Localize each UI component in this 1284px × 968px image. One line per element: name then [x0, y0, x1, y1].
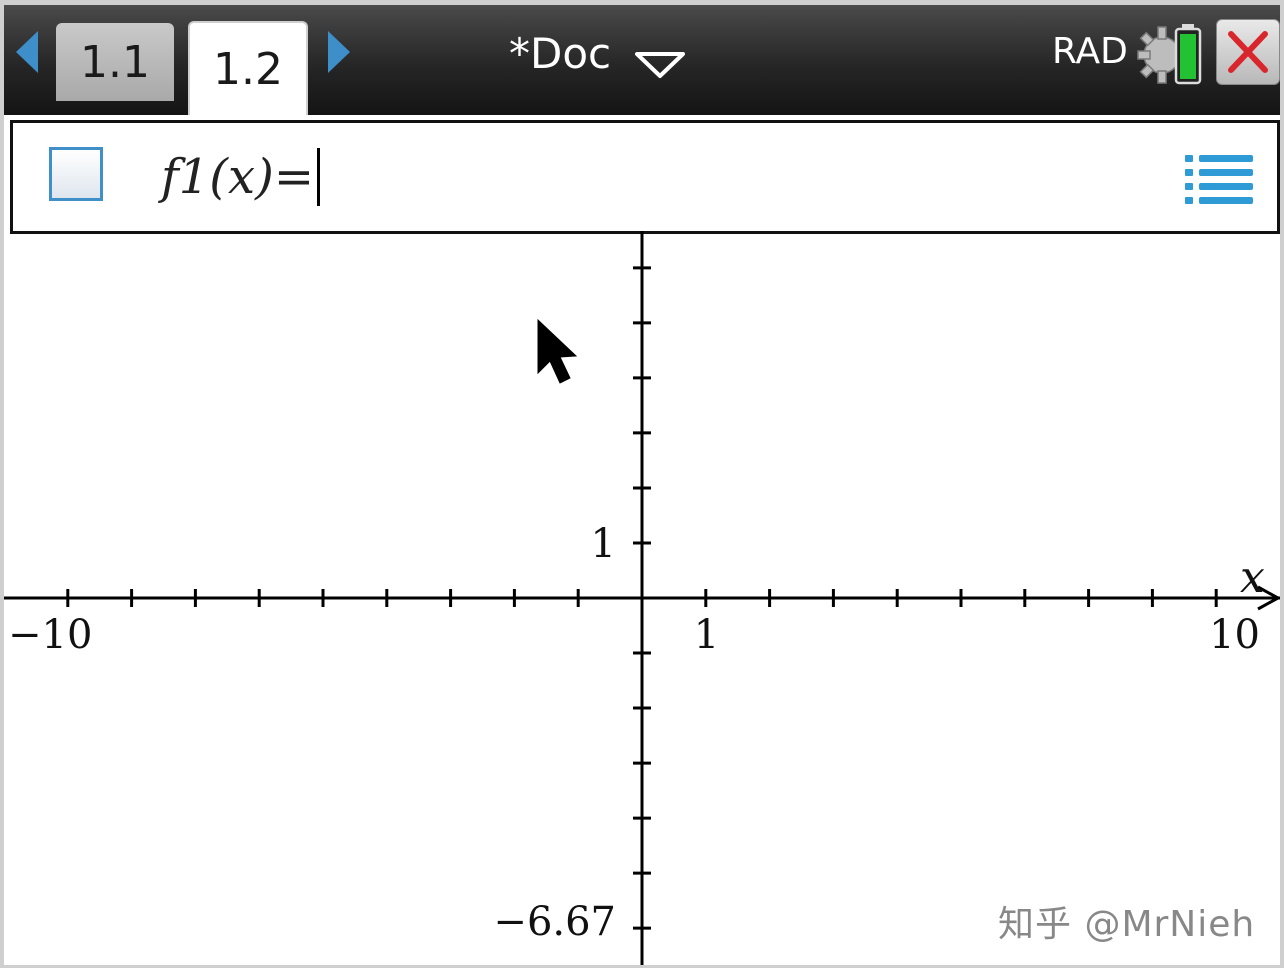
y-unit-label: 1: [591, 521, 616, 567]
chevron-down-icon[interactable]: [634, 51, 686, 79]
function-input[interactable]: f1(x)=: [161, 139, 321, 215]
document-title[interactable]: *Doc: [509, 29, 611, 78]
mouse-pointer-icon: [537, 318, 578, 384]
function-expression: f1(x)=: [161, 149, 315, 205]
tab-1-1[interactable]: 1.1: [56, 23, 174, 101]
function-list-icon[interactable]: [1185, 153, 1253, 205]
axis-labels: −10 10 1 1 −6.67 x: [8, 521, 1265, 945]
function-entry-line[interactable]: f1(x)=: [10, 120, 1280, 234]
battery-gear-icon[interactable]: [1136, 21, 1208, 89]
watermark: 知乎 @MrNieh: [998, 904, 1256, 945]
graph-area[interactable]: −10 10 1 1 −6.67 x: [4, 231, 1280, 965]
next-tab-arrow-icon[interactable]: [328, 31, 350, 73]
function-visibility-checkbox[interactable]: [49, 147, 103, 201]
calculator-screen: 1.1 1.2 *Doc RAD f1(x)= −10 10 1 1 −6.67…: [4, 5, 1280, 965]
x-max-label: 10: [1209, 612, 1260, 658]
angle-mode-indicator: RAD: [1052, 31, 1128, 72]
top-bar: 1.1 1.2 *Doc RAD: [4, 5, 1280, 115]
tab-1-2[interactable]: 1.2: [188, 21, 308, 115]
x-axis-variable-label: x: [1240, 552, 1265, 603]
x-min-label: −10: [8, 612, 92, 658]
close-button[interactable]: [1216, 19, 1280, 85]
x-unit-label: 1: [694, 612, 719, 658]
y-min-label: −6.67: [493, 899, 616, 945]
close-icon: [1228, 31, 1268, 73]
previous-tab-arrow-icon[interactable]: [16, 31, 38, 73]
text-cursor: [317, 148, 321, 206]
axes: [4, 231, 1280, 965]
